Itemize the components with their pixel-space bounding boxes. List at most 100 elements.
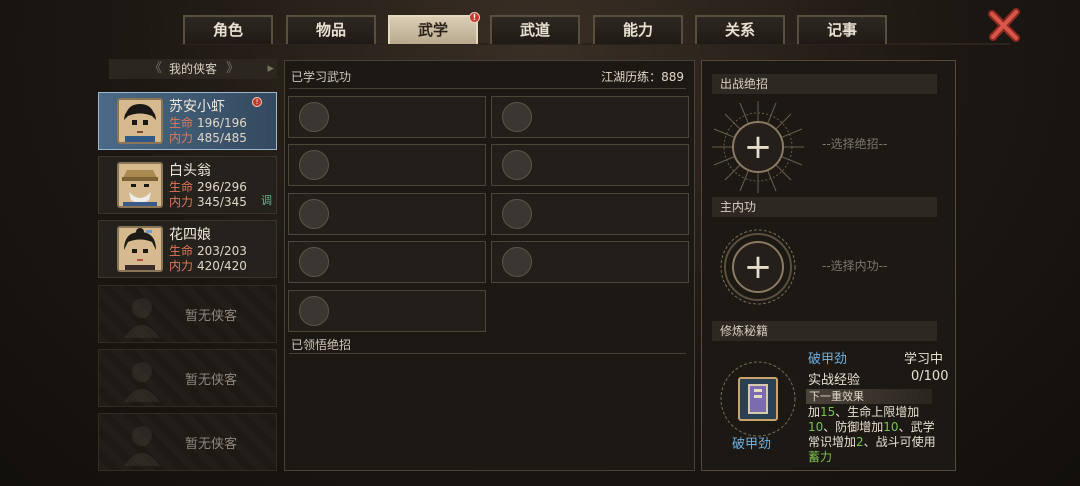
tab-label: 物品	[315, 21, 346, 39]
book-icon	[748, 384, 768, 414]
hp-value: 196/196	[197, 116, 247, 130]
learned-skills-title: 已学习武功	[291, 70, 352, 84]
battle-skill-header: 出战绝招	[712, 74, 937, 94]
hp-label: 生命	[169, 244, 194, 258]
effect-number: 10	[808, 420, 824, 434]
tab-label: 武学	[417, 21, 448, 39]
hp-value: 203/203	[197, 244, 247, 258]
mp-label: 内力	[169, 259, 194, 273]
tab-relations[interactable]: 关系	[695, 15, 785, 44]
insight-skills-title: 已领悟绝招	[291, 338, 352, 352]
skill-slot[interactable]	[288, 290, 486, 332]
empty-skill-icon	[502, 102, 532, 132]
skill-slot[interactable]	[288, 193, 486, 235]
tab-label: 角色	[212, 21, 243, 39]
effect-number: 10	[883, 420, 899, 434]
exp-label: 实战经验	[808, 373, 861, 388]
tab-journal[interactable]: 记事	[797, 15, 887, 44]
mp-value: 420/420	[197, 259, 247, 273]
character-card-2[interactable]: 白头翁 生命 296/296 内力 345/345 调	[98, 156, 277, 214]
empty-skill-icon	[299, 150, 329, 180]
effect-text: 、生命上限增加	[835, 405, 920, 419]
avatar	[117, 226, 163, 272]
silhouette-icon	[124, 362, 160, 402]
silhouette-icon	[124, 426, 160, 466]
hp-label: 生命	[169, 116, 194, 130]
skill-slot[interactable]	[491, 193, 689, 235]
mp-stat: 内力 420/420	[169, 257, 247, 274]
effect-number: 2	[856, 435, 864, 449]
tab-martial-arts[interactable]: 武学 !	[388, 12, 480, 44]
empty-character-slot: 暂无侠客	[98, 349, 277, 407]
mp-value: 485/485	[197, 131, 247, 145]
exp-value: 0/100	[911, 369, 949, 384]
mp-label: 内力	[169, 195, 194, 209]
character-name: 苏安小虾	[169, 99, 225, 115]
plus-icon: +	[743, 127, 773, 167]
character-card-3[interactable]: 花四娘 生命 203/203 内力 420/420	[98, 220, 277, 278]
skill-slot[interactable]	[288, 96, 486, 138]
empty-skill-icon	[299, 296, 329, 326]
notification-badge: !	[469, 12, 480, 23]
tab-label: 关系	[724, 21, 755, 39]
empty-character-slot: 暂无侠客	[98, 413, 277, 471]
roster-title: 我的侠客	[168, 62, 217, 76]
mp-stat: 内力 345/345	[169, 193, 247, 210]
tab-label: 武道	[519, 21, 550, 39]
manual-book-button[interactable]	[738, 377, 778, 421]
select-battle-skill-button[interactable]: +	[732, 121, 784, 173]
tab-character[interactable]: 角色	[183, 15, 273, 44]
empty-skill-icon	[502, 199, 532, 229]
divider	[289, 353, 686, 354]
scroll-arrow-icon: ▸	[267, 61, 274, 76]
battle-skill-placeholder: --选择绝招--	[822, 137, 888, 151]
empty-skill-icon	[299, 102, 329, 132]
effect-text: 加	[808, 405, 821, 419]
effect-number: 蓄力	[808, 450, 833, 464]
empty-slot-label: 暂无侠客	[185, 309, 238, 324]
empty-skill-icon	[299, 247, 329, 277]
roster-header: 《 我的侠客 》 ▸	[109, 59, 277, 79]
hp-value: 296/296	[197, 180, 247, 194]
tab-abilities[interactable]: 能力	[593, 15, 683, 44]
hp-label: 生命	[169, 180, 194, 194]
skill-slot[interactable]	[288, 241, 486, 283]
equip-panel: 出战绝招 + --选择绝招-- 主内功 + --选择内功-- 修炼秘籍 破甲劲 …	[701, 60, 956, 471]
avatar	[117, 162, 163, 208]
notification-badge: !	[252, 97, 262, 107]
mp-label: 内力	[169, 131, 194, 145]
chevron-left-icon: 《	[149, 61, 163, 76]
select-inner-power-button[interactable]: +	[732, 241, 784, 293]
empty-slot-label: 暂无侠客	[185, 373, 238, 388]
character-name: 花四娘	[169, 227, 211, 243]
skill-slot[interactable]	[491, 96, 689, 138]
silhouette-icon	[124, 298, 160, 338]
skill-slot[interactable]	[491, 241, 689, 283]
mp-value: 345/345	[197, 195, 247, 209]
skill-slot[interactable]	[288, 144, 486, 186]
tab-items[interactable]: 物品	[286, 15, 376, 44]
tab-label: 记事	[826, 21, 857, 39]
mp-stat: 内力 485/485	[169, 129, 247, 146]
skill-slot[interactable]	[491, 144, 689, 186]
inner-power-placeholder: --选择内功--	[822, 259, 888, 273]
divider	[289, 88, 686, 89]
manual-skill-name: 破甲劲	[808, 352, 848, 367]
manual-header: 修炼秘籍	[712, 321, 937, 341]
empty-slot-label: 暂无侠客	[185, 437, 238, 452]
character-name: 白头翁	[169, 163, 211, 179]
tab-label: 能力	[622, 21, 653, 39]
effect-description: 加15、生命上限增加10、防御增加10、武学常识增加2、战斗可使用蓄力	[808, 405, 940, 465]
chevron-right-icon: 》	[225, 61, 239, 76]
status-tag: 调	[261, 194, 272, 207]
portrait-icon	[119, 164, 161, 206]
empty-skill-icon	[502, 150, 532, 180]
empty-character-slot: 暂无侠客	[98, 285, 277, 343]
manual-book-name: 破甲劲	[732, 437, 772, 452]
portrait-icon	[119, 228, 161, 270]
character-card-1[interactable]: 苏安小虾 生命 196/196 内力 485/485 !	[98, 92, 277, 150]
avatar	[117, 98, 163, 144]
tab-martial-way[interactable]: 武道	[490, 15, 580, 44]
plus-icon: +	[743, 247, 773, 287]
close-button[interactable]	[988, 8, 1022, 42]
